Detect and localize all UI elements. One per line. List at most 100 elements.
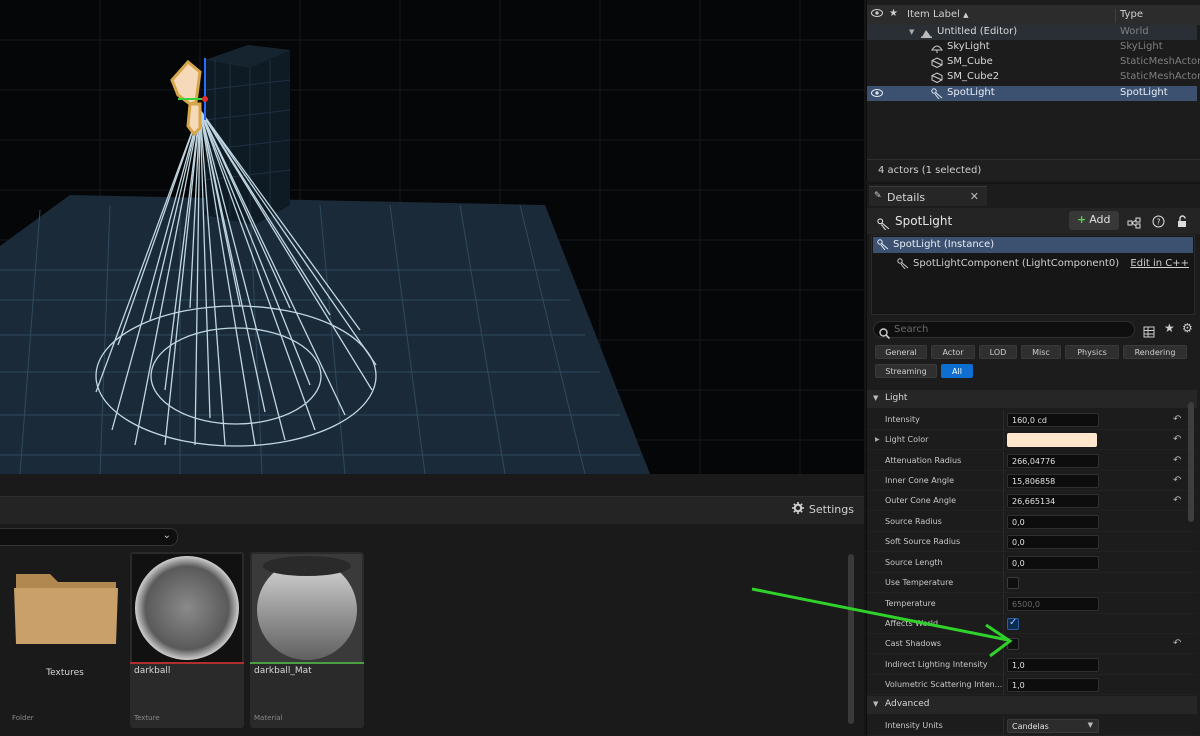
asset-type: Material [254, 714, 283, 722]
component-row-instance[interactable]: SpotLight (Instance) [873, 237, 1193, 253]
prop-temperature: Temperature 6500,0 [867, 594, 1197, 614]
outliner-row-sm-cube2[interactable]: SM_Cube2 StaticMeshActor [867, 70, 1200, 85]
intensity-field[interactable]: 160,0 cd [1007, 413, 1099, 427]
inner-cone-angle-field[interactable]: 15,806858 [1007, 474, 1099, 488]
filter-streaming[interactable]: Streaming [875, 364, 937, 378]
eye-icon[interactable] [871, 8, 883, 21]
add-component-button[interactable]: + Add [1069, 211, 1119, 230]
edit-in-cpp-link[interactable]: Edit in C++ [1130, 258, 1189, 269]
prop-source-radius: Source Radius 0,0 [867, 512, 1197, 532]
outliner-row-name: SpotLight [947, 87, 995, 98]
attenuation-radius-field[interactable]: 266,04776 [1007, 454, 1099, 468]
affects-world-checkbox[interactable] [1007, 617, 1019, 630]
filter-general[interactable]: General [875, 345, 927, 359]
favorites-star-icon[interactable]: ★ [1164, 321, 1175, 335]
search-input[interactable] [894, 323, 1124, 336]
filter-physics[interactable]: Physics [1065, 345, 1119, 359]
column-divider [1003, 573, 1004, 593]
column-divider [1003, 532, 1004, 552]
details-scrollbar[interactable] [1188, 402, 1194, 522]
reset-arrow-icon[interactable]: ↶ [1173, 455, 1181, 466]
prop-attenuation-radius: Attenuation Radius 266,04776 ↶ [867, 451, 1197, 471]
outliner-row-name: Untitled (Editor) [937, 26, 1018, 37]
collapse-arrow-icon: ▼ [873, 394, 879, 402]
intensity-units-dropdown[interactable]: Candelas ▼ [1007, 719, 1099, 733]
star-icon[interactable]: ★ [889, 8, 898, 19]
column-divider [1003, 410, 1004, 430]
reset-arrow-icon[interactable]: ↶ [1173, 495, 1181, 506]
reset-arrow-icon[interactable]: ↶ [1173, 638, 1181, 649]
expand-arrow-icon[interactable]: ▼ [909, 28, 914, 36]
path-dropdown[interactable]: ⌄ [0, 528, 178, 546]
settings-gear-icon[interactable]: ⚙ [1182, 321, 1193, 335]
asset-name: Textures [46, 668, 84, 678]
blueprint-icon[interactable] [1127, 214, 1141, 233]
volumetric-scattering-field[interactable]: 1,0 [1007, 678, 1099, 692]
reset-arrow-icon[interactable]: ↶ [1173, 434, 1181, 445]
soft-source-radius-field[interactable]: 0,0 [1007, 535, 1099, 549]
prop-intensity: Intensity 160,0 cd ↶ [867, 410, 1197, 430]
filter-rendering[interactable]: Rendering [1123, 345, 1187, 359]
asset-grid: Textures Folder darkball Texture darkbal… [0, 552, 844, 732]
prop-label: Indirect Lighting Intensity [885, 660, 988, 669]
plus-icon: + [1077, 213, 1087, 226]
type-column[interactable]: Type [1115, 9, 1143, 23]
outliner-row-name: SM_Cube [947, 56, 993, 67]
filter-all[interactable]: All [941, 364, 973, 378]
prop-volumetric-scattering: Volumetric Scattering Inten... 1,0 [867, 675, 1197, 695]
prop-label: Outer Cone Angle [885, 496, 957, 505]
details-title-bar: SpotLight + Add ? [867, 208, 1200, 234]
details-search[interactable] [873, 321, 1135, 340]
expand-arrow-icon[interactable]: ▶ [875, 436, 880, 443]
prop-intensity-units: Intensity Units Candelas ▼ [867, 716, 1197, 736]
reset-arrow-icon[interactable]: ↶ [1173, 475, 1181, 486]
level-viewport[interactable] [0, 0, 864, 474]
prop-label: Affects World [885, 619, 939, 628]
filter-misc[interactable]: Misc [1021, 345, 1061, 359]
asset-tile-textures[interactable]: Textures Folder [6, 552, 124, 728]
item-label-column[interactable]: Item Label ▲ [907, 9, 969, 20]
asset-tile-darkball[interactable]: darkball Texture [130, 552, 244, 728]
outliner-row-type: SkyLight [1120, 41, 1163, 52]
filter-actor[interactable]: Actor [931, 345, 975, 359]
asset-type-strip [130, 662, 244, 664]
outliner-row-sm-cube[interactable]: SM_Cube StaticMeshActor [867, 55, 1200, 70]
lock-icon[interactable] [1176, 213, 1188, 232]
indirect-lighting-field[interactable]: 1,0 [1007, 658, 1099, 672]
reset-arrow-icon[interactable]: ↶ [1173, 414, 1181, 425]
settings-button[interactable]: Settings [791, 502, 854, 517]
asset-tile-darkball-mat[interactable]: darkball_Mat Material [250, 552, 364, 728]
section-light[interactable]: ▼ Light [867, 390, 1197, 408]
column-divider [1003, 491, 1004, 511]
outliner-row-spotlight[interactable]: SpotLight SpotLight [867, 86, 1197, 101]
eye-icon[interactable] [871, 88, 883, 101]
use-temperature-checkbox[interactable] [1007, 577, 1019, 589]
help-icon[interactable]: ? [1152, 213, 1165, 232]
light-color-swatch[interactable] [1007, 433, 1097, 447]
outliner-row-skylight[interactable]: SkyLight SkyLight [867, 40, 1197, 55]
outliner-status: 4 actors (1 selected) [867, 159, 1200, 181]
cast-shadows-checkbox[interactable] [1007, 638, 1019, 650]
close-icon[interactable]: ✕ [970, 190, 979, 203]
prop-affects-world: Affects World [867, 614, 1197, 634]
outliner-row-world[interactable]: ▼ Untitled (Editor) World [867, 25, 1197, 40]
filter-lod[interactable]: LOD [979, 345, 1017, 359]
content-browser-scrollbar[interactable] [848, 554, 854, 724]
details-panel: ✎ Details ✕ SpotLight + Add ? SpotLight … [866, 184, 1200, 736]
outer-cone-angle-field[interactable]: 26,665134 [1007, 494, 1099, 508]
section-title: Light [885, 393, 908, 403]
component-row-spotlight-component[interactable]: SpotLightComponent (LightComponent0) Edi… [873, 256, 1193, 272]
column-divider [1003, 451, 1004, 471]
prop-label: Temperature [885, 599, 936, 608]
spotlight-icon [931, 88, 943, 102]
source-radius-field[interactable]: 0,0 [1007, 515, 1099, 529]
table-view-icon[interactable] [1143, 323, 1155, 342]
section-advanced[interactable]: ▼ Advanced [867, 696, 1197, 714]
tab-details[interactable]: ✎ Details ✕ [869, 186, 987, 206]
gear-icon [791, 502, 804, 517]
column-divider [1003, 716, 1004, 736]
temperature-field[interactable]: 6500,0 [1007, 597, 1099, 611]
prop-cast-shadows: Cast Shadows ↶ [867, 634, 1197, 654]
source-length-field[interactable]: 0,0 [1007, 556, 1099, 570]
component-label: SpotLightComponent (LightComponent0) [913, 258, 1120, 269]
